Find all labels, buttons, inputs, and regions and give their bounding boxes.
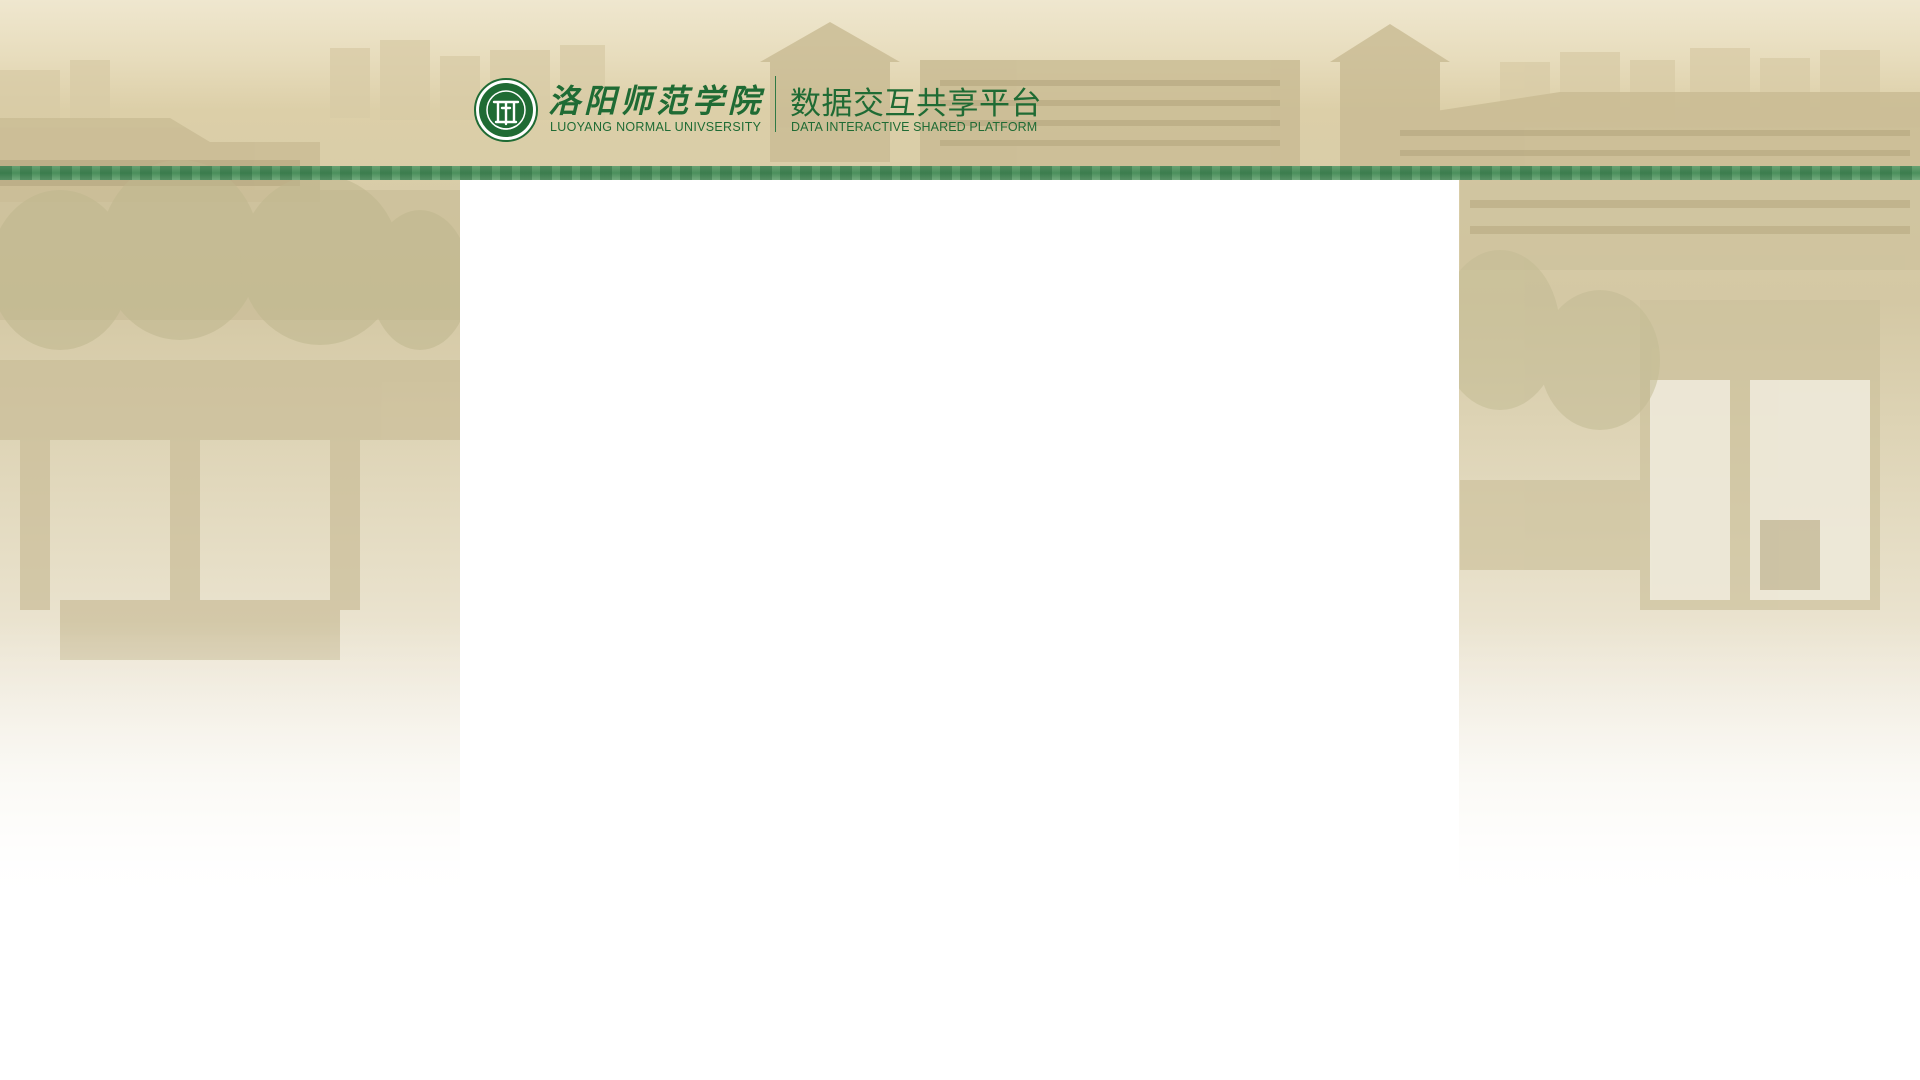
login-page: 洛阳师范学院 LUOYANG NORMAL UNIVSERSITY 数据交互共享… [0, 0, 1920, 1080]
university-name-en: LUOYANG NORMAL UNIVSERSITY [550, 120, 762, 134]
main-content-panel [460, 180, 1459, 915]
site-header-logo[interactable]: 洛阳师范学院 LUOYANG NORMAL UNIVSERSITY 数据交互共享… [474, 74, 1044, 142]
platform-name-en: DATA INTERACTIVE SHARED PLATFORM [791, 120, 1038, 134]
university-name-cn: 洛阳师范学院 [548, 82, 765, 120]
platform-name-cn: 数据交互共享平台 [790, 86, 1042, 121]
header-green-band-texture [0, 166, 1920, 180]
logo-divider [775, 76, 776, 132]
university-seal-icon [474, 78, 538, 142]
